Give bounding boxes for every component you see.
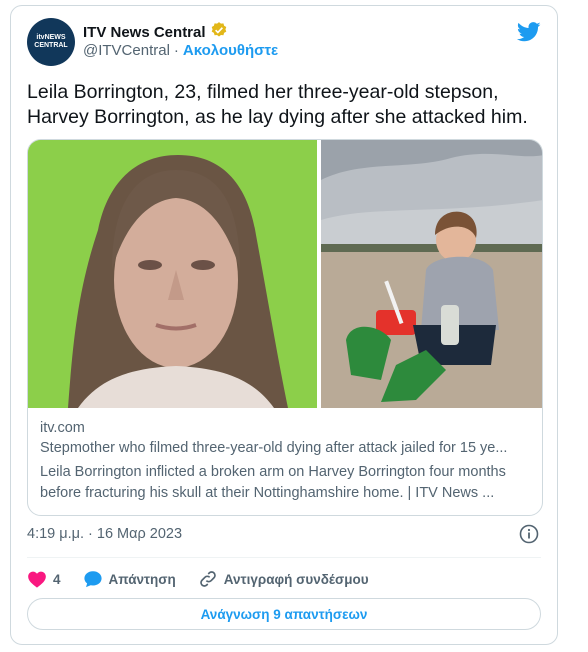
tweet-text: Leila Borrington, 23, filmed her three-y…: [27, 81, 528, 128]
reply-label: Απάντηση: [108, 571, 176, 587]
reply-bubble-icon: [83, 570, 103, 588]
mugshot-image: [28, 140, 317, 408]
avatar-text-top: itvNEWS: [36, 34, 66, 41]
like-count: 4: [53, 571, 61, 587]
verified-badge-icon: [210, 21, 228, 44]
handle[interactable]: @ITVCentral: [83, 42, 170, 59]
tweet-card: itvNEWS CENTRAL ITV News Central @ITVCen…: [10, 5, 558, 645]
copy-link-button[interactable]: Αντιγραφή συνδέσμου: [198, 569, 369, 589]
card-description: Leila Borrington inflicted a broken arm …: [40, 464, 506, 501]
action-bar: 4 Απάντηση Αντιγραφή συνδέσμου: [27, 567, 391, 591]
reply-button[interactable]: Απάντηση: [83, 570, 176, 588]
card-meta: itv.com Stepmother who filmed three-year…: [40, 418, 530, 504]
card-images: [28, 140, 542, 408]
divider: [27, 557, 541, 558]
name-row: ITV News Central: [83, 21, 228, 44]
twitter-bird-icon[interactable]: [516, 22, 541, 42]
handle-row: @ITVCentral · Ακολουθήστε: [83, 42, 278, 59]
link-icon: [198, 569, 218, 589]
link-preview-card[interactable]: itv.com Stepmother who filmed three-year…: [27, 139, 543, 516]
tweet-header: itvNEWS CENTRAL ITV News Central @ITVCen…: [27, 18, 541, 70]
tweet-timestamp[interactable]: 4:19 μ.μ. · 16 Μαρ 2023: [27, 526, 182, 542]
avatar-text-bottom: CENTRAL: [34, 42, 68, 49]
info-icon[interactable]: [519, 524, 539, 544]
like-button[interactable]: 4: [27, 570, 61, 588]
beach-photo-image: [321, 140, 542, 408]
follow-link[interactable]: Ακολουθήστε: [183, 42, 278, 59]
copy-link-label: Αντιγραφή συνδέσμου: [223, 571, 369, 587]
card-title[interactable]: Stepmother who filmed three-year-old dyi…: [40, 438, 530, 459]
heart-icon: [27, 570, 47, 588]
handle-separator: ·: [173, 42, 179, 59]
avatar[interactable]: itvNEWS CENTRAL: [27, 18, 75, 66]
display-name[interactable]: ITV News Central: [83, 24, 206, 41]
card-domain: itv.com: [40, 420, 85, 436]
read-replies-button[interactable]: Ανάγνωση 9 απαντήσεων: [27, 598, 541, 630]
